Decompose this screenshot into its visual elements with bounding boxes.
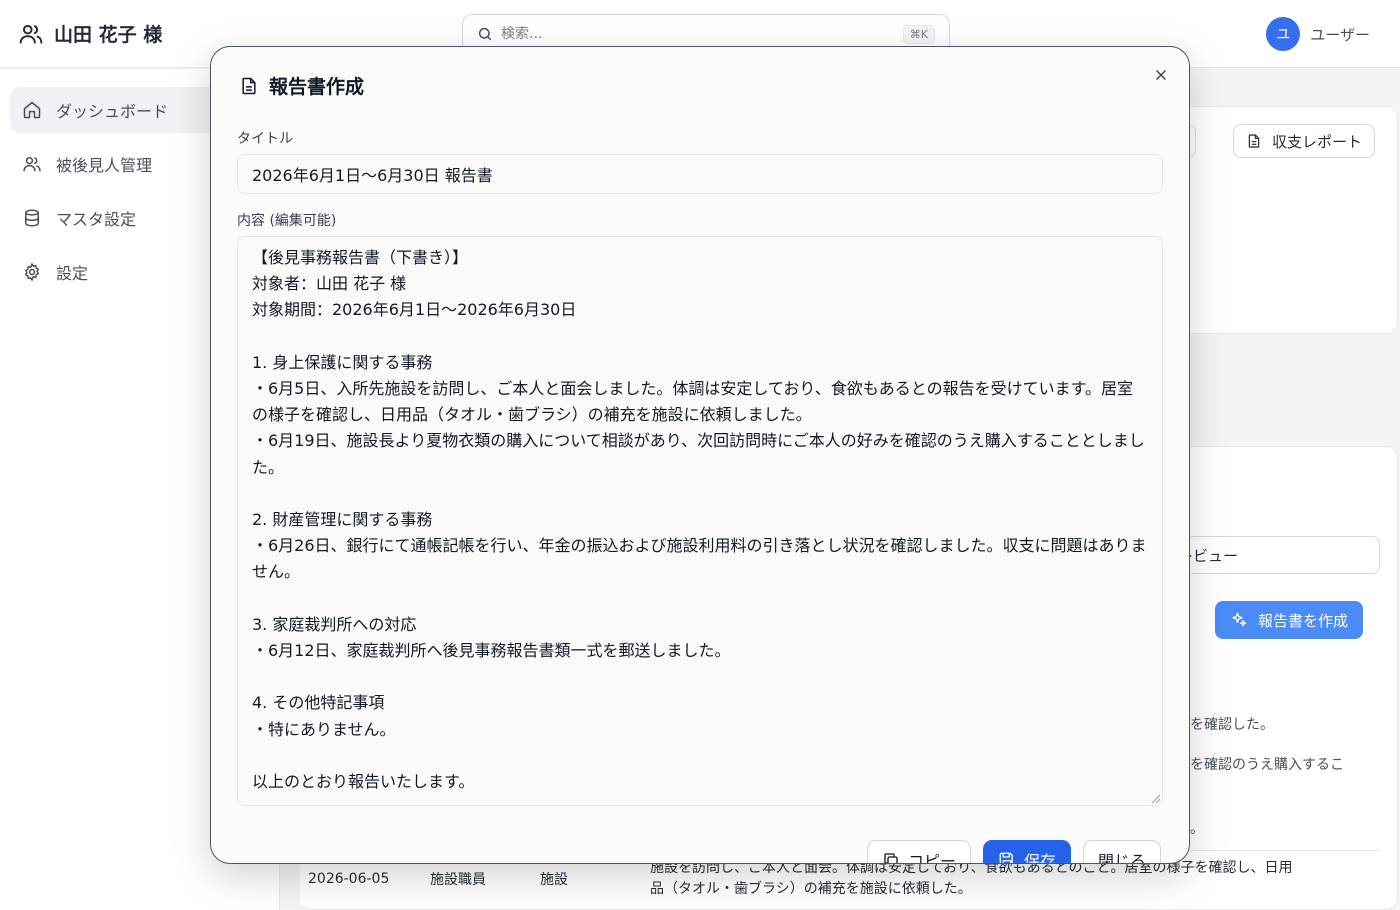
modal-footer: コピー 保存 閉じる: [866, 840, 1161, 864]
save-button[interactable]: 保存: [982, 840, 1071, 864]
close-button[interactable]: [1149, 63, 1173, 87]
resize-handle-icon[interactable]: [1149, 792, 1161, 804]
report-title-input[interactable]: [237, 154, 1163, 194]
close-modal-button[interactable]: 閉じる: [1082, 840, 1161, 864]
copy-icon: [882, 851, 900, 863]
close-icon: [1156, 70, 1166, 80]
report-content-textarea[interactable]: 【後見事務報告書（下書き）】 対象者：山田 花子 様 対象期間：2026年6月1…: [237, 236, 1163, 806]
save-label: 保存: [1023, 852, 1056, 864]
report-modal: 報告書作成 タイトル 内容 (編集可能) 【後見事務報告書（下書き）】 対象者：…: [210, 46, 1190, 864]
title-field-label: タイトル: [237, 131, 293, 147]
document-icon: [239, 76, 259, 96]
copy-button[interactable]: コピー: [866, 840, 971, 864]
save-icon: [998, 851, 1016, 863]
modal-header: 報告書作成: [239, 72, 364, 99]
modal-title: 報告書作成: [269, 76, 365, 98]
close-modal-label: 閉じる: [1097, 852, 1146, 864]
content-field-label: 内容 (編集可能): [237, 213, 337, 229]
copy-label: コピー: [907, 852, 956, 864]
